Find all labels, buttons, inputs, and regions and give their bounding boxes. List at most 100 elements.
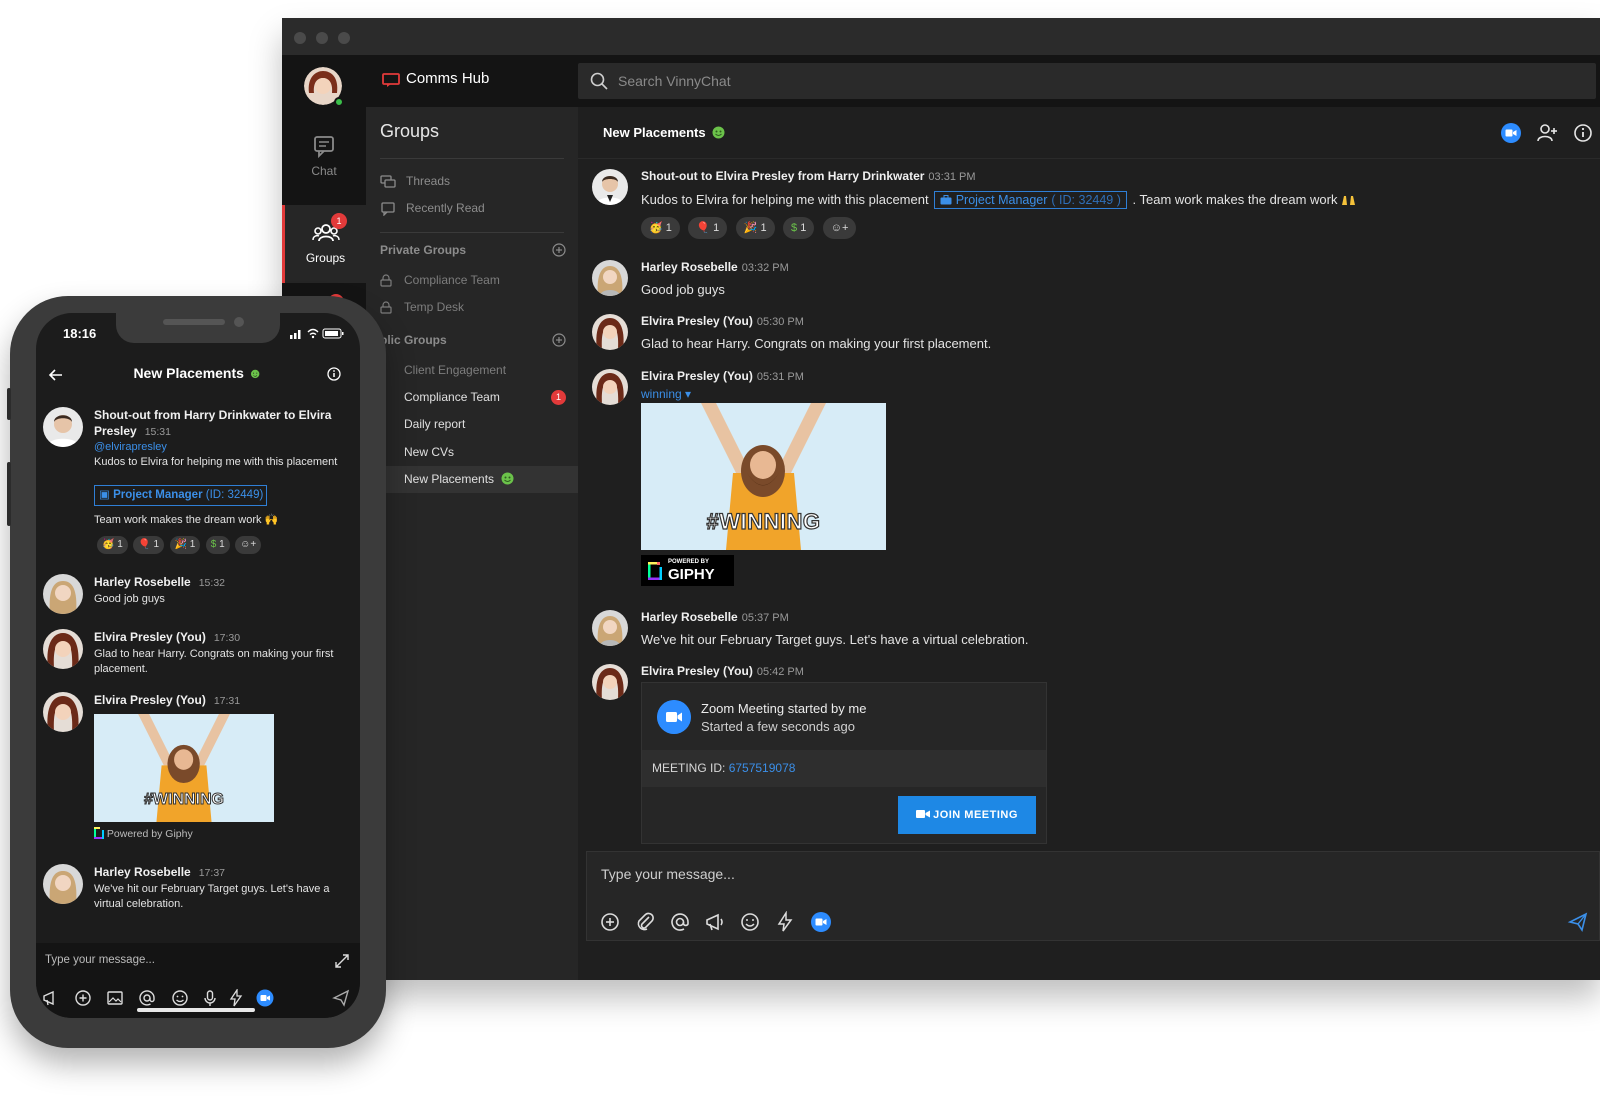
public-group-label: New Placements xyxy=(404,472,495,486)
join-meeting-button[interactable]: JOIN MEETING xyxy=(898,796,1036,834)
megaphone-icon[interactable] xyxy=(42,989,60,1007)
gif-query-link[interactable]: winning ▾ xyxy=(641,387,691,401)
add-user-icon[interactable] xyxy=(1536,122,1558,144)
online-status-dot xyxy=(334,97,344,107)
video-call-icon[interactable] xyxy=(1500,122,1522,144)
window-close-dot[interactable] xyxy=(294,32,306,44)
message-text: Kudos to Elvira for helping me with this… xyxy=(94,456,338,468)
message-author: Shout-out to Elvira Presley from Harry D… xyxy=(641,169,976,183)
channel-title-text: New Placements xyxy=(603,125,706,140)
home-indicator xyxy=(137,1008,255,1012)
author-name: Elvira Presley (You) xyxy=(641,314,753,328)
add-reaction-button[interactable]: ☺+ xyxy=(235,536,262,554)
meeting-id-label: MEETING ID: xyxy=(652,761,726,775)
window-titlebar xyxy=(282,18,1600,55)
expand-icon[interactable] xyxy=(334,953,350,969)
channel-title: New Placements xyxy=(603,125,725,140)
add-reaction-plus: + xyxy=(250,539,257,550)
mention[interactable]: @elvirapresley xyxy=(94,440,352,455)
emoji-icon[interactable] xyxy=(739,911,761,933)
reaction-bar: 🥳 1 🎈 1 🎉 1 $ 1 ☺+ xyxy=(97,534,262,554)
info-icon[interactable] xyxy=(326,366,342,382)
message-author: Harley Rosebelle 03:32 PM xyxy=(641,260,789,274)
message-time: 05:30 PM xyxy=(756,316,804,328)
raised-hands-emoji-icon: 🙌 xyxy=(264,514,279,526)
add-public-group-icon[interactable] xyxy=(552,333,566,347)
mention-icon[interactable] xyxy=(669,911,691,933)
lock-icon xyxy=(380,301,392,314)
giphy-logo-icon xyxy=(648,562,662,580)
message-text: Good job guys xyxy=(94,593,165,605)
zoom-meeting-icon[interactable] xyxy=(256,989,274,1007)
author-name: Harley Rosebelle xyxy=(641,610,738,624)
send-icon[interactable] xyxy=(1567,911,1589,933)
zoom-meeting-icon[interactable] xyxy=(810,911,832,933)
private-group-item[interactable]: Compliance Team xyxy=(366,267,578,294)
composer-input[interactable]: Type your message... xyxy=(601,866,735,882)
info-icon[interactable] xyxy=(1572,122,1594,144)
reaction-chip[interactable]: 🎉 1 xyxy=(735,217,775,239)
public-group-item[interactable]: New CVs xyxy=(366,439,578,466)
private-group-item[interactable]: Temp Desk xyxy=(366,294,578,321)
reaction-chip[interactable]: $ 1 xyxy=(783,217,815,239)
status-time: 18:16 xyxy=(63,326,97,341)
add-private-group-icon[interactable] xyxy=(552,243,566,257)
mention-icon[interactable] xyxy=(138,989,156,1007)
add-reaction-button[interactable]: ☺+ xyxy=(822,217,857,239)
public-groups-title: blic Groups xyxy=(380,333,447,347)
public-group-label: New CVs xyxy=(404,445,455,459)
avatar xyxy=(592,369,628,405)
reaction-count: 1 xyxy=(665,222,672,234)
public-group-item[interactable]: Daily report xyxy=(366,411,578,438)
add-icon[interactable] xyxy=(74,989,92,1007)
reaction-chip[interactable]: 🥳 1 xyxy=(97,536,128,554)
public-group-item-selected[interactable]: New Placements xyxy=(366,466,578,493)
lightning-icon[interactable] xyxy=(774,911,796,933)
party-emoji-icon: 🎉 xyxy=(174,539,187,550)
avatar xyxy=(43,864,83,904)
attachment-icon[interactable] xyxy=(634,911,656,933)
reaction-chip[interactable]: 🎈 1 xyxy=(688,217,728,239)
window-maximize-dot[interactable] xyxy=(338,32,350,44)
divider xyxy=(380,232,564,233)
meeting-id-value[interactable]: 6757519078 xyxy=(729,761,796,775)
job-tag[interactable]: Project Manager( ID: 32449 ) xyxy=(934,191,1127,209)
briefcase-icon: ▣ xyxy=(99,489,110,501)
emoji-icon[interactable] xyxy=(171,989,189,1007)
search-icon xyxy=(590,72,608,90)
author-name: Harley Rosebelle xyxy=(641,260,738,274)
message-text: Kudos to Elvira for helping me with this… xyxy=(641,192,929,207)
job-tag-label: Project Manager xyxy=(955,193,1048,207)
avatar xyxy=(592,610,628,646)
megaphone-icon[interactable] xyxy=(704,911,726,933)
public-group-item[interactable]: Client Engagement xyxy=(366,357,578,384)
desktop-window: Chat Groups 1 9 xyxy=(282,18,1600,980)
divider xyxy=(380,158,564,159)
reaction-chip[interactable]: 🥳 1 xyxy=(641,217,680,239)
add-reaction-plus: + xyxy=(842,222,849,234)
gif-image[interactable]: #WINNING xyxy=(94,714,274,822)
lightning-icon[interactable] xyxy=(227,989,245,1007)
message-text-after: Team work makes the dream work 🙌 xyxy=(94,513,352,528)
public-group-item[interactable]: Compliance Team 1 xyxy=(366,384,578,411)
phone-composer-input[interactable]: Type your message... xyxy=(45,954,155,966)
send-icon[interactable] xyxy=(332,989,350,1007)
author-name: Harley Rosebelle xyxy=(94,575,191,589)
search-input[interactable] xyxy=(618,63,1218,99)
recently-read-icon xyxy=(381,202,395,216)
sidebar-item-recently-read[interactable]: Recently Read xyxy=(380,197,566,219)
reaction-chip[interactable]: 🎉 1 xyxy=(169,536,201,554)
rail-item-chat[interactable]: Chat xyxy=(282,118,366,196)
window-minimize-dot[interactable] xyxy=(316,32,328,44)
microphone-icon[interactable] xyxy=(201,989,219,1007)
job-tag[interactable]: ▣ Project Manager (ID: 32449) xyxy=(94,485,267,506)
add-icon[interactable] xyxy=(599,911,621,933)
gif-image[interactable]: #WINNING xyxy=(641,403,886,550)
rail-item-groups[interactable]: Groups 1 xyxy=(282,205,366,283)
reaction-chip[interactable]: 🎈 1 xyxy=(133,536,165,554)
reaction-chip[interactable]: $ 1 xyxy=(205,536,230,554)
message-author: Elvira Presley (You) 05:42 PM xyxy=(641,664,804,678)
image-icon[interactable] xyxy=(106,989,124,1007)
author-name: Harley Rosebelle xyxy=(94,865,191,879)
sidebar-item-threads[interactable]: Threads xyxy=(380,170,566,192)
